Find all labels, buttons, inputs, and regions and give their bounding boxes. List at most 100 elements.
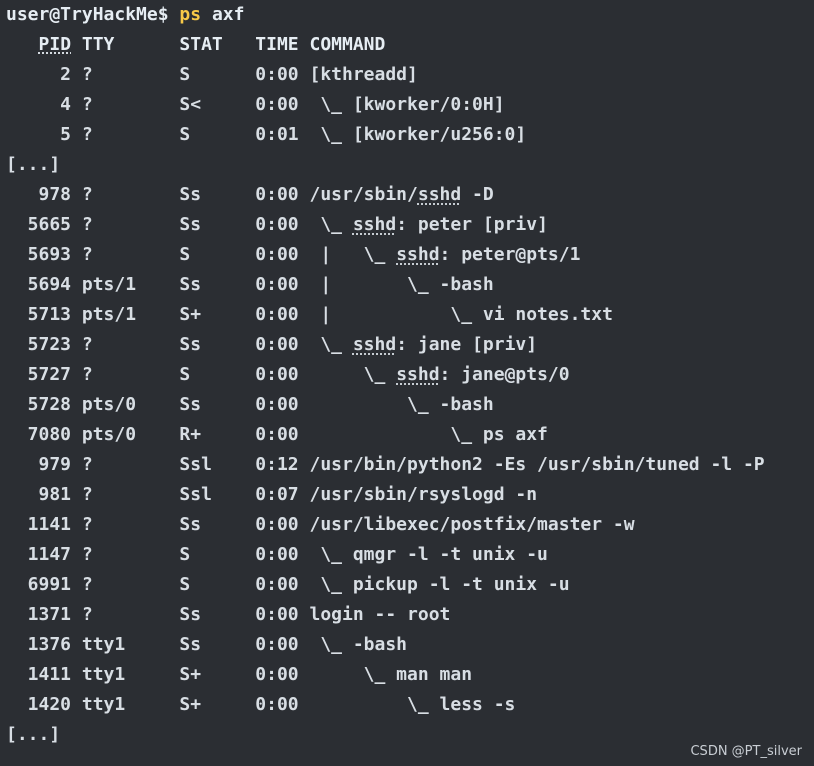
tty-cell: pts/0 <box>81 394 180 415</box>
process-row: 1147 ? S 0:00 \_ qmgr -l -t unix -u <box>6 540 814 570</box>
command-args: axf <box>211 4 245 25</box>
tty-cell: ? <box>81 334 180 355</box>
stat-cell: S <box>179 364 256 385</box>
stat-cell: Ss <box>179 604 256 625</box>
command-cell: \_ pickup -l -t unix -u <box>309 574 570 595</box>
process-row: 1141 ? Ss 0:00 /usr/libexec/postfix/mast… <box>6 510 814 540</box>
time-cell: 0:00 <box>255 634 299 655</box>
process-row: 5665 ? Ss 0:00 \_ sshd: peter [priv] <box>6 210 814 240</box>
time-cell: 0:00 <box>255 664 299 685</box>
tty-cell: ? <box>81 514 180 535</box>
prompt-line: user@TryHackMe$ ps axf <box>6 0 814 30</box>
tty-cell: ? <box>81 214 180 235</box>
command-cell: \_ qmgr -l -t unix -u <box>309 544 548 565</box>
stat-cell: S <box>179 244 256 265</box>
pid-cell: 4 <box>6 94 72 115</box>
time-cell: 0:00 <box>255 64 299 85</box>
time-cell: 0:00 <box>255 394 299 415</box>
command-cell: \_ sshd: peter [priv] <box>309 214 548 235</box>
process-list-main: 978 ? Ss 0:00 /usr/sbin/sshd -D 5665 ? S… <box>6 180 814 720</box>
stat-cell: Ss <box>179 634 256 655</box>
tty-cell: ? <box>81 454 180 475</box>
command-cell: \_ ps axf <box>309 424 548 445</box>
time-cell: 0:00 <box>255 574 299 595</box>
time-cell: 0:01 <box>255 124 299 145</box>
process-row: 4 ? S< 0:00 \_ [kworker/0:0H] <box>6 90 814 120</box>
watermark: CSDN @PT_silver <box>690 744 802 759</box>
header-pid: PID <box>38 34 72 55</box>
pid-cell: 5665 <box>6 214 72 235</box>
tty-cell: ? <box>81 364 180 385</box>
pid-cell: 981 <box>6 484 72 505</box>
process-row: 978 ? Ss 0:00 /usr/sbin/sshd -D <box>6 180 814 210</box>
tty-cell: tty1 <box>81 694 180 715</box>
pid-cell: 978 <box>6 184 72 205</box>
time-cell: 0:00 <box>255 274 299 295</box>
pid-cell: 5723 <box>6 334 72 355</box>
pid-cell: 1141 <box>6 514 72 535</box>
process-row: 1371 ? Ss 0:00 login -- root <box>6 600 814 630</box>
time-cell: 0:00 <box>255 424 299 445</box>
command-keyword: sshd <box>396 364 440 385</box>
tty-cell: pts/1 <box>81 304 180 325</box>
stat-cell: Ssl <box>179 454 256 475</box>
command-cell: \_ [kworker/u256:0] <box>309 124 527 145</box>
command-cell: /usr/sbin/rsyslogd -n <box>309 484 538 505</box>
stat-cell: S <box>179 64 256 85</box>
pid-cell: 1376 <box>6 634 72 655</box>
command-keyword: sshd <box>396 244 440 265</box>
stat-cell: S <box>179 544 256 565</box>
command-cell: /usr/bin/python2 -Es /usr/sbin/tuned -l … <box>309 454 765 475</box>
command-cell: | \_ vi notes.txt <box>309 304 613 325</box>
pid-cell: 1147 <box>6 544 72 565</box>
process-row: 5727 ? S 0:00 \_ sshd: jane@pts/0 <box>6 360 814 390</box>
command-cell: \_ sshd: jane [priv] <box>309 334 538 355</box>
stat-cell: Ss <box>179 214 256 235</box>
time-cell: 0:00 <box>255 544 299 565</box>
process-row: 1420 tty1 S+ 0:00 \_ less -s <box>6 690 814 720</box>
stat-cell: Ssl <box>179 484 256 505</box>
stat-cell: R+ <box>179 424 256 445</box>
process-row: 1411 tty1 S+ 0:00 \_ man man <box>6 660 814 690</box>
process-row: 5694 pts/1 Ss 0:00 | \_ -bash <box>6 270 814 300</box>
time-cell: 0:07 <box>255 484 299 505</box>
command-cell: login -- root <box>309 604 451 625</box>
pid-cell: 5727 <box>6 364 72 385</box>
command-cell: | \_ sshd: peter@pts/1 <box>309 244 581 265</box>
tty-cell: ? <box>81 94 180 115</box>
stat-cell: S <box>179 124 256 145</box>
header-tty: TTY <box>81 34 115 55</box>
pid-cell: 7080 <box>6 424 72 445</box>
tty-cell: ? <box>81 604 180 625</box>
pid-cell: 6991 <box>6 574 72 595</box>
pid-cell: 1411 <box>6 664 72 685</box>
process-row: 2 ? S 0:00 [kthreadd] <box>6 60 814 90</box>
time-cell: 0:00 <box>255 214 299 235</box>
process-row: 979 ? Ssl 0:12 /usr/bin/python2 -Es /usr… <box>6 450 814 480</box>
tty-cell: pts/0 <box>81 424 180 445</box>
command-cell: /usr/libexec/postfix/master -w <box>309 514 635 535</box>
pid-cell: 979 <box>6 454 72 475</box>
stat-cell: Ss <box>179 274 256 295</box>
command-cell: | \_ -bash <box>309 274 494 295</box>
tty-cell: pts/1 <box>81 274 180 295</box>
table-header: PID TTY STAT TIME COMMAND <box>6 30 814 60</box>
tty-cell: ? <box>81 184 180 205</box>
terminal-window[interactable]: user@TryHackMe$ ps axf PID TTY STAT TIME… <box>0 0 814 766</box>
stat-cell: Ss <box>179 394 256 415</box>
pid-cell: 1420 <box>6 694 72 715</box>
stat-cell: S+ <box>179 664 256 685</box>
pid-cell: 5693 <box>6 244 72 265</box>
process-row: 5728 pts/0 Ss 0:00 \_ -bash <box>6 390 814 420</box>
prompt-sign: $ <box>157 4 169 25</box>
header-time: TIME <box>255 34 299 55</box>
time-cell: 0:00 <box>255 514 299 535</box>
pid-cell: 5728 <box>6 394 72 415</box>
time-cell: 0:00 <box>255 694 299 715</box>
command-cell: /usr/sbin/sshd -D <box>309 184 494 205</box>
tty-cell: ? <box>81 574 180 595</box>
process-row: 5713 pts/1 S+ 0:00 | \_ vi notes.txt <box>6 300 814 330</box>
tty-cell: ? <box>81 124 180 145</box>
process-row: 981 ? Ssl 0:07 /usr/sbin/rsyslogd -n <box>6 480 814 510</box>
tty-cell: ? <box>81 244 180 265</box>
